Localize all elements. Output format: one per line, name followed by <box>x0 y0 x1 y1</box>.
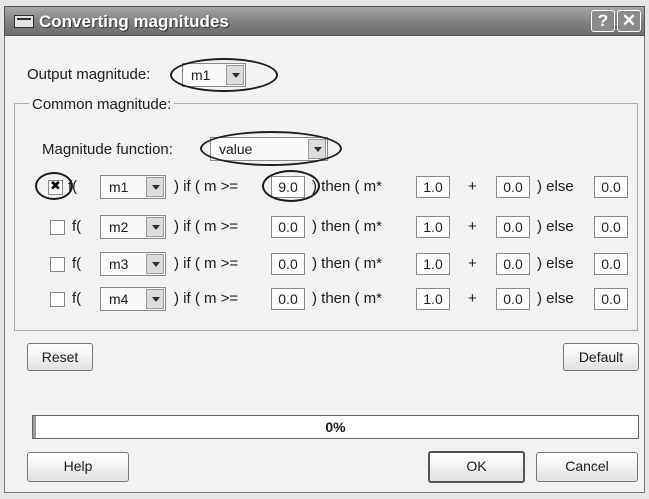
plus-text: + <box>468 178 477 195</box>
default-button[interactable]: Default <box>563 343 639 371</box>
help-button[interactable]: Help <box>27 452 129 482</box>
then-text: ) then ( m* <box>312 255 383 272</box>
magnitude-function-label: Magnitude function: <box>42 141 173 158</box>
chevron-down-icon[interactable] <box>308 139 326 159</box>
else-field[interactable]: 0.0 <box>594 288 628 310</box>
row-enable-checkbox[interactable] <box>48 178 63 195</box>
multiplier-field[interactable]: 1.0 <box>416 288 450 310</box>
row-enable-checkbox[interactable] <box>50 220 65 235</box>
threshold-field[interactable]: 0.0 <box>271 216 305 238</box>
row-magnitude-value: m3 <box>109 256 129 272</box>
reset-button[interactable]: Reset <box>27 343 93 371</box>
row-magnitude-select[interactable]: m2 <box>100 215 166 239</box>
ok-button[interactable]: OK <box>428 451 525 483</box>
app-window-icon <box>14 15 34 28</box>
plus-text: + <box>468 255 477 272</box>
magnitude-function-select[interactable]: value <box>210 137 328 161</box>
row-enable-checkbox[interactable] <box>50 292 65 307</box>
multiplier-field[interactable]: 1.0 <box>416 253 450 275</box>
if-text: ) if ( m >= <box>174 178 239 195</box>
then-text: ) then ( m* <box>312 218 383 235</box>
window-title: Converting magnitudes <box>39 12 229 31</box>
output-magnitude-select[interactable]: m1 <box>182 63 246 87</box>
row-magnitude-select[interactable]: m3 <box>100 252 166 276</box>
output-magnitude-value: m1 <box>191 67 211 83</box>
plus-text: + <box>468 290 477 307</box>
output-magnitude-label: Output magnitude: <box>27 66 151 83</box>
else-field[interactable]: 0.0 <box>594 216 628 238</box>
row-magnitude-value: m2 <box>109 219 129 235</box>
row-magnitude-select[interactable]: m4 <box>100 287 166 311</box>
else-text: ) else <box>537 178 574 195</box>
close-icon[interactable]: ✕ <box>617 10 641 32</box>
threshold-field[interactable]: 9.0 <box>271 176 305 198</box>
chevron-down-icon[interactable] <box>146 254 164 274</box>
magnitude-function-value: value <box>219 141 253 157</box>
threshold-field[interactable]: 0.0 <box>271 253 305 275</box>
common-magnitude-legend: Common magnitude: <box>29 96 175 113</box>
row-magnitude-value: m1 <box>109 179 129 195</box>
title-bar[interactable]: Converting magnitudes ? ✕ <box>4 6 645 36</box>
f-open-text: f( <box>72 290 82 307</box>
progress-bar: 0% <box>32 415 639 439</box>
then-text: ) then ( m* <box>312 290 383 307</box>
if-text: ) if ( m >= <box>174 218 239 235</box>
else-text: ) else <box>537 255 574 272</box>
row-enable-checkbox[interactable] <box>50 257 65 272</box>
f-open-text: f( <box>72 255 82 272</box>
chevron-down-icon[interactable] <box>226 65 244 85</box>
else-field[interactable]: 0.0 <box>594 176 628 198</box>
chevron-down-icon[interactable] <box>146 289 164 309</box>
plus-text: + <box>468 218 477 235</box>
f-open-text: f( <box>72 218 82 235</box>
then-text: ) then ( m* <box>312 178 383 195</box>
else-text: ) else <box>537 290 574 307</box>
chevron-down-icon[interactable] <box>146 217 164 237</box>
cancel-button[interactable]: Cancel <box>536 452 638 482</box>
row-magnitude-select[interactable]: m1 <box>100 175 166 199</box>
offset-field[interactable]: 0.0 <box>496 288 530 310</box>
if-text: ) if ( m >= <box>174 255 239 272</box>
multiplier-field[interactable]: 1.0 <box>416 176 450 198</box>
f-open-text: f( <box>68 178 78 195</box>
offset-field[interactable]: 0.0 <box>496 176 530 198</box>
else-field[interactable]: 0.0 <box>594 253 628 275</box>
chevron-down-icon[interactable] <box>146 177 164 197</box>
offset-field[interactable]: 0.0 <box>496 216 530 238</box>
if-text: ) if ( m >= <box>174 290 239 307</box>
progress-label: 0% <box>325 419 346 435</box>
offset-field[interactable]: 0.0 <box>496 253 530 275</box>
multiplier-field[interactable]: 1.0 <box>416 216 450 238</box>
row-magnitude-value: m4 <box>109 291 129 307</box>
help-question-icon[interactable]: ? <box>591 10 615 32</box>
threshold-field[interactable]: 0.0 <box>271 288 305 310</box>
else-text: ) else <box>537 218 574 235</box>
